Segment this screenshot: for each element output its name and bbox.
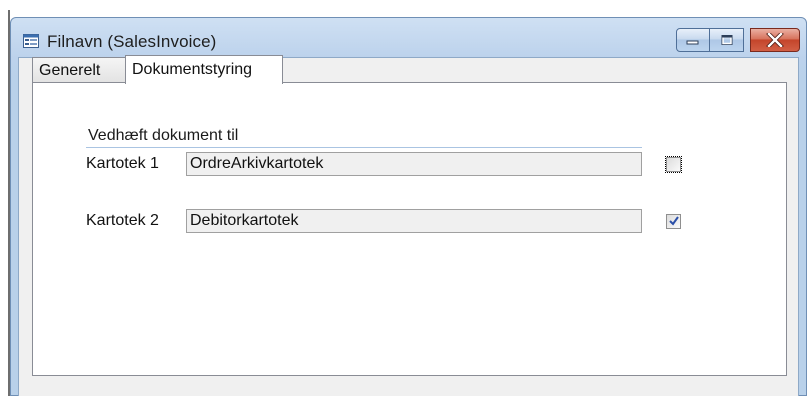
screen: Filnavn (SalesInvoice) Generelt Dokument…: [0, 0, 809, 396]
form-icon[interactable]: [23, 34, 39, 48]
kartotek-2-checkbox[interactable]: [666, 214, 681, 229]
maximize-button[interactable]: [710, 28, 744, 52]
kartotek-1-label: Kartotek 1: [86, 155, 159, 172]
attach-group-label: Vedhæft dokument til: [88, 127, 239, 144]
minimize-icon: [686, 40, 699, 45]
kartotek-2-field[interactable]: Debitorkartotek: [186, 209, 642, 233]
kartotek-1-field[interactable]: OrdreArkivkartotek: [186, 152, 642, 176]
check-mark-icon: [669, 216, 679, 226]
tab-generelt[interactable]: Generelt: [32, 57, 126, 82]
minimize-button[interactable]: [676, 28, 710, 52]
close-button[interactable]: [750, 28, 800, 52]
window-title: Filnavn (SalesInvoice): [47, 32, 217, 51]
title-bar[interactable]: Filnavn (SalesInvoice): [11, 18, 806, 58]
kartotek-1-checkbox[interactable]: [665, 156, 682, 173]
kartotek-2-label: Kartotek 2: [86, 212, 159, 229]
tab-dokumentstyring[interactable]: Dokumentstyring: [125, 55, 283, 84]
close-icon: [766, 33, 784, 47]
group-separator: [86, 147, 642, 148]
caption-buttons: [676, 28, 800, 54]
maximize-icon: [721, 35, 732, 45]
